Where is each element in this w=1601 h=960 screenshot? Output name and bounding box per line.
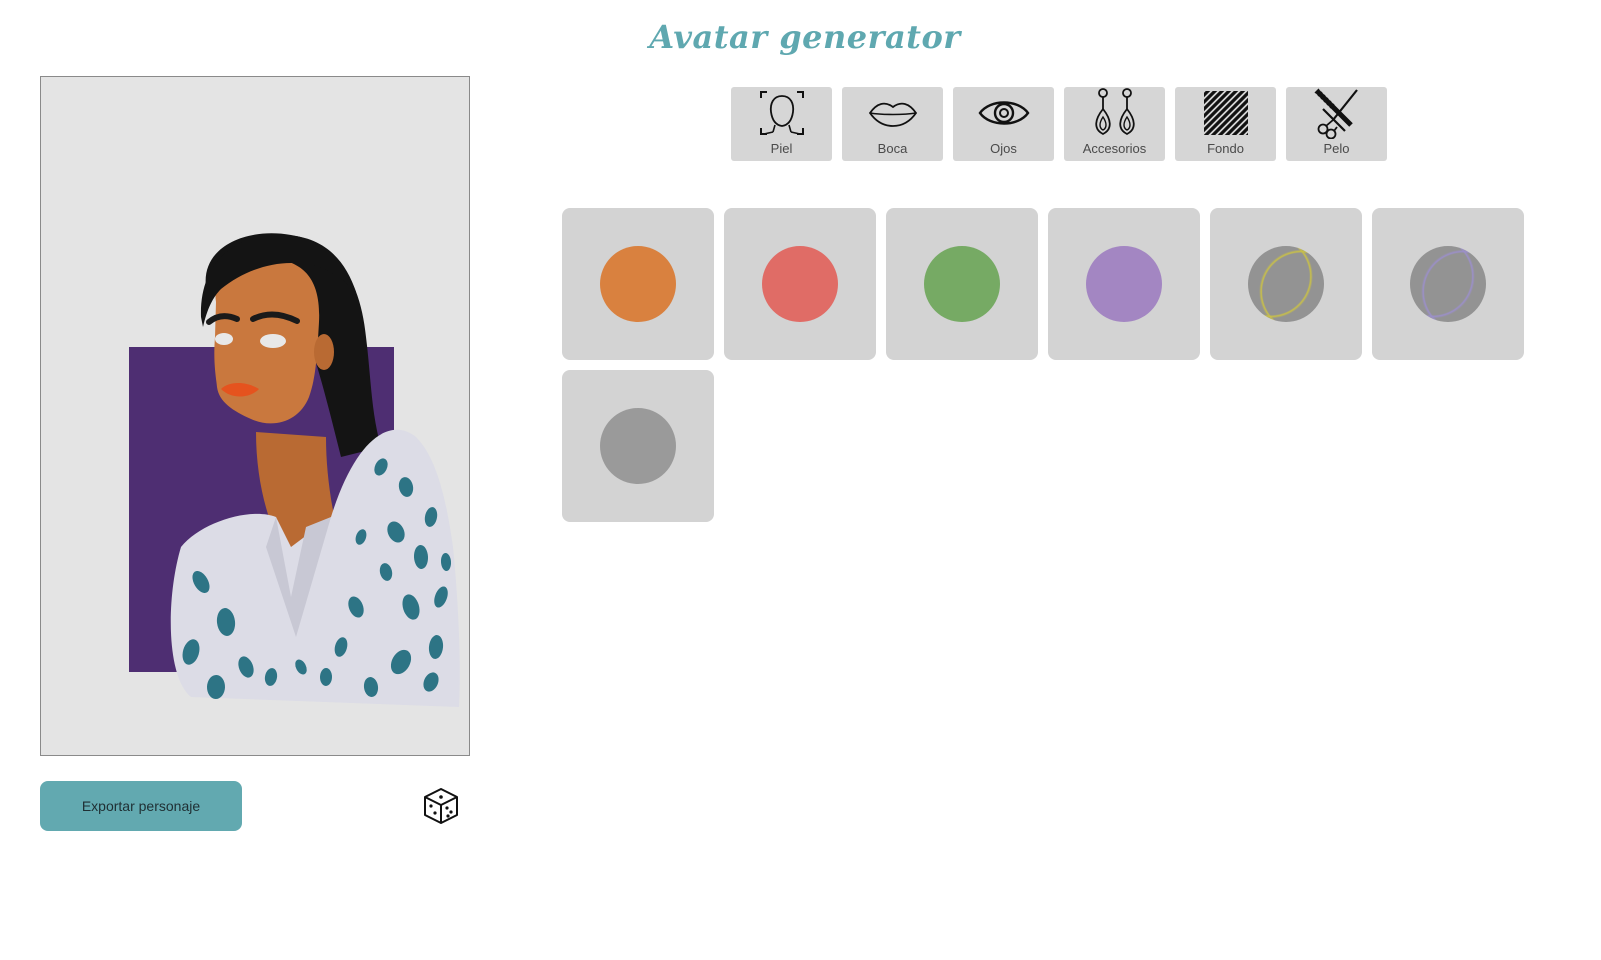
avatar-ear [314, 334, 334, 370]
tab-label: Boca [877, 141, 908, 156]
page-title: Avatar generator [649, 18, 961, 56]
tab-boca[interactable]: Boca [842, 87, 943, 161]
tab-pelo[interactable]: Pelo [1286, 87, 1387, 161]
scissors-comb-icon [1311, 87, 1363, 139]
tab-ojos[interactable]: Ojos [953, 87, 1054, 161]
color-dot [1410, 246, 1486, 322]
random-button[interactable] [420, 785, 462, 827]
avatar-eye-right [260, 334, 286, 348]
color-dot [924, 246, 1000, 322]
eye-icon [978, 87, 1030, 139]
swatch-gray-yellow-texture[interactable] [1210, 208, 1362, 360]
swatch-coral[interactable] [724, 208, 876, 360]
earrings-icon [1089, 87, 1141, 139]
color-dot [762, 246, 838, 322]
export-button[interactable]: Exportar personaje [40, 781, 242, 831]
color-options [562, 208, 1542, 522]
lips-icon [867, 87, 919, 139]
color-dot [1248, 246, 1324, 322]
swatch-purple[interactable] [1048, 208, 1200, 360]
tab-label: Accesorios [1082, 141, 1147, 156]
avatar-eye-left [215, 333, 233, 345]
color-dot [600, 408, 676, 484]
color-dot [600, 246, 676, 322]
face-icon [756, 87, 808, 139]
avatar-preview [40, 76, 470, 756]
swatch-gray[interactable] [562, 370, 714, 522]
tab-piel[interactable]: Piel [731, 87, 832, 161]
swatch-green[interactable] [886, 208, 1038, 360]
dice-icon [424, 788, 458, 824]
swatch-gray-purple-texture[interactable] [1372, 208, 1524, 360]
tab-label: Fondo [1207, 141, 1244, 156]
tab-label: Ojos [990, 141, 1017, 156]
category-tabs: Piel Boca Ojos Accesorios Fondo Pelo [731, 87, 1387, 161]
swatch-orange[interactable] [562, 208, 714, 360]
tab-accesorios[interactable]: Accesorios [1064, 87, 1165, 161]
tab-fondo[interactable]: Fondo [1175, 87, 1276, 161]
stripes-icon [1200, 87, 1252, 139]
avatar-illustration [129, 233, 460, 707]
tab-label: Piel [770, 141, 793, 156]
tab-label: Pelo [1323, 141, 1350, 156]
color-dot [1086, 246, 1162, 322]
